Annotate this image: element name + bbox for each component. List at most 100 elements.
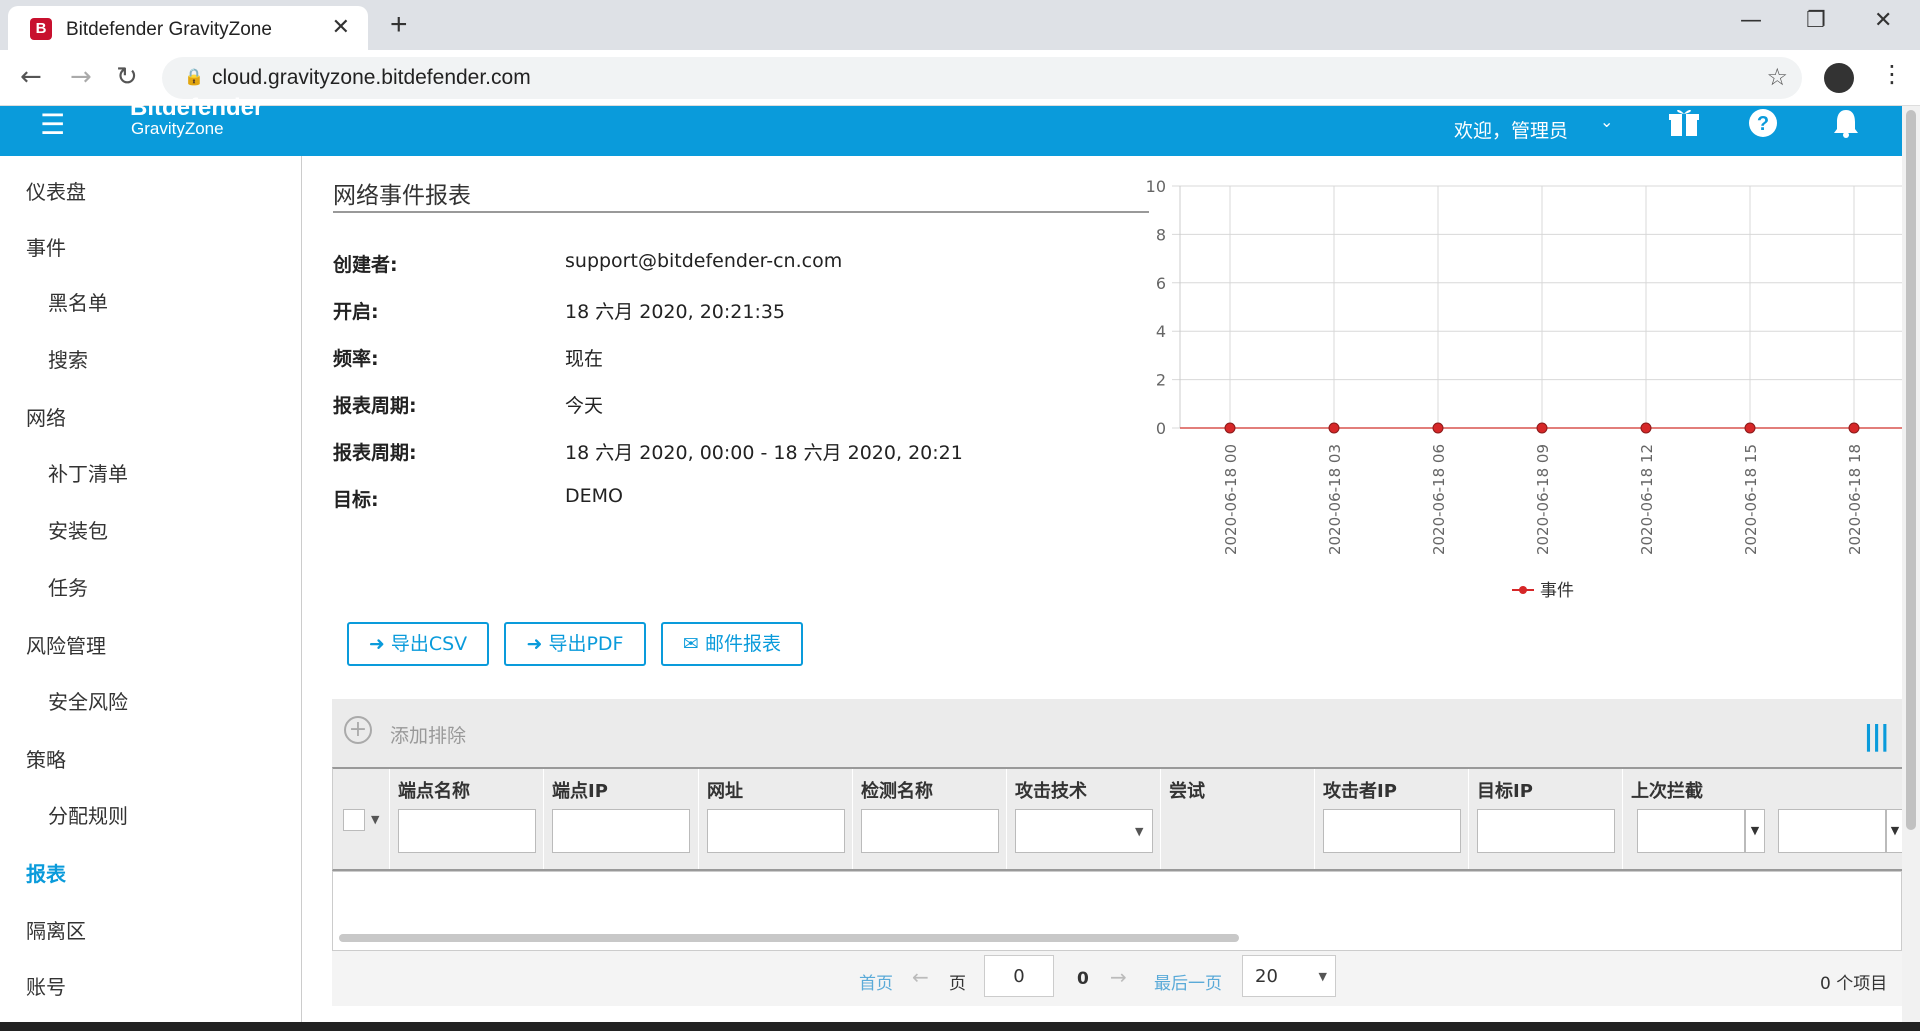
export-csv-button[interactable]: ➜ 导出CSV [347, 622, 489, 666]
y-tick-label: 8 [1156, 225, 1166, 244]
column-attacker-ip: 攻击者IP [1314, 769, 1468, 869]
email-report-label: 邮件报表 [704, 633, 781, 655]
add-exclusion-label[interactable]: 添加排除 [390, 721, 466, 748]
back-arrow-icon[interactable]: ← [20, 62, 42, 92]
user-welcome[interactable]: 欢迎，管理员 [1454, 116, 1568, 143]
forward-arrow-icon[interactable]: → [70, 62, 92, 92]
browser-toolbar: ← → ↻ 🔒 cloud.gravityzone.bitdefender.co… [0, 50, 1920, 106]
total-pages: 0 [1077, 969, 1089, 989]
url-text: cloud.gravityzone.bitdefender.com [212, 66, 531, 89]
y-tick-label: 0 [1156, 419, 1166, 438]
sidebar-item-patch-inventory[interactable]: 补丁清单 [48, 458, 128, 487]
x-tick-label: 2020-06-18 06 [1430, 444, 1448, 555]
column-header[interactable]: 目标IP [1477, 777, 1533, 803]
notifications-bell-icon[interactable] [1832, 108, 1860, 146]
url-filter[interactable] [707, 809, 845, 853]
column-last-blocked: 上次拦截 ▼ ▼ [1622, 769, 1904, 869]
sidebar-item-blacklist[interactable]: 黑名单 [48, 287, 108, 316]
column-header[interactable]: 端点IP [552, 777, 608, 803]
sidebar-item-risk-management[interactable]: 风险管理 [26, 630, 106, 659]
sidebar-item-search[interactable]: 搜索 [48, 344, 88, 373]
sidebar-item-security-risks[interactable]: 安全风险 [48, 686, 128, 715]
y-tick-label: 10 [1146, 177, 1166, 196]
data-point [1328, 422, 1340, 434]
add-exclusion-icon[interactable]: + [344, 716, 372, 744]
restore-icon[interactable]: ❐ [1806, 8, 1826, 33]
x-tick-label: 2020-06-18 18 [1846, 444, 1864, 555]
target-ip-filter[interactable] [1477, 809, 1615, 853]
column-target-ip: 目标IP [1468, 769, 1622, 869]
chevron-down-icon[interactable]: ▼ [1745, 809, 1765, 853]
scrollbar-thumb[interactable] [1906, 110, 1916, 830]
app-header: ☰ Bitdefender GravityZone 欢迎，管理员 ⌄ ? [0, 94, 1902, 156]
chevron-down-icon[interactable]: ▼ [371, 813, 379, 826]
sidebar-item-assignment-rules[interactable]: 分配规则 [48, 800, 128, 829]
column-header[interactable]: 检测名称 [861, 777, 933, 803]
attack-technique-select[interactable] [1015, 809, 1153, 853]
sidebar-item-dashboard[interactable]: 仪表盘 [26, 176, 86, 205]
export-pdf-button[interactable]: ➜ 导出PDF [504, 622, 646, 666]
data-point [1640, 422, 1652, 434]
y-tick-label: 4 [1156, 322, 1166, 341]
columns-icon[interactable]: ||| [1863, 719, 1890, 752]
new-tab-plus-icon[interactable]: + [390, 8, 408, 42]
last-blocked-to-date[interactable] [1778, 809, 1886, 853]
select-all-column: ▼ [333, 769, 389, 869]
sidebar-item-packages[interactable]: 安装包 [48, 515, 108, 544]
first-page-link[interactable]: 首页 [859, 969, 893, 994]
chevron-down-icon[interactable]: ▼ [1135, 825, 1143, 838]
browser-tab[interactable]: B Bitdefender GravityZone ✕ [8, 6, 368, 50]
profile-avatar-icon[interactable] [1824, 63, 1854, 93]
field-value-period-range: 18 六月 2020, 00:00 - 18 六月 2020, 20:21 [565, 442, 963, 464]
sidebar-item-policies[interactable]: 策略 [26, 744, 66, 773]
collapse-menu-icon[interactable]: ☰ [40, 108, 65, 141]
horizontal-scrollbar[interactable] [339, 934, 1239, 942]
logo-product: GravityZone [131, 119, 224, 138]
sidebar-item-incidents[interactable]: 事件 [26, 232, 66, 261]
sidebar-item-accounts[interactable]: 账号 [26, 971, 66, 1000]
sidebar-item-tasks[interactable]: 任务 [48, 572, 88, 601]
prev-arrow-icon[interactable]: ← [912, 965, 929, 989]
bookmark-star-icon[interactable]: ☆ [1766, 63, 1788, 91]
logo-brand: Bitdefender [130, 94, 264, 121]
page-vertical-scrollbar[interactable] [1902, 106, 1920, 1022]
page-size-select[interactable]: 20 ▼ [1242, 955, 1336, 997]
column-header[interactable]: 上次拦截 [1631, 777, 1703, 803]
column-header[interactable]: 尝试 [1169, 777, 1205, 803]
email-report-button[interactable]: ✉ 邮件报表 [661, 622, 803, 666]
page-number-input[interactable] [984, 955, 1054, 997]
field-label-frequency: 频率: [333, 348, 379, 370]
next-arrow-icon[interactable]: → [1110, 965, 1127, 989]
tab-close-icon[interactable]: ✕ [332, 15, 350, 40]
last-blocked-from-date[interactable] [1637, 809, 1745, 853]
attacker-ip-filter[interactable] [1323, 809, 1461, 853]
select-all-checkbox[interactable] [343, 809, 365, 831]
sidebar-item-network[interactable]: 网络 [26, 402, 66, 431]
export-pdf-label: 导出PDF [548, 633, 624, 655]
column-header[interactable]: 攻击技术 [1015, 777, 1087, 803]
endpoint-name-filter[interactable] [398, 809, 536, 853]
column-header[interactable]: 网址 [707, 777, 743, 803]
x-tick-label: 2020-06-18 03 [1326, 444, 1344, 555]
reload-icon[interactable]: ↻ [116, 62, 138, 92]
gift-icon[interactable] [1668, 108, 1700, 146]
chevron-down-icon[interactable]: ⌄ [1600, 112, 1613, 131]
minimize-icon[interactable]: — [1740, 8, 1762, 33]
last-page-link[interactable]: 最后一页 [1154, 969, 1222, 994]
pagination: 首页 ← 页 0 → 最后一页 20 ▼ 0 个项目 [332, 951, 1902, 1006]
help-icon[interactable]: ? [1748, 108, 1778, 146]
events-chart-svg: 0 2 4 6 8 10 2020-06-18 00 2020-06-18 03 2020-06… [1146, 177, 1902, 601]
column-header[interactable]: 端点名称 [398, 777, 470, 803]
column-header[interactable]: 攻击者IP [1323, 777, 1397, 803]
data-point [1848, 422, 1860, 434]
sidebar-item-quarantine[interactable]: 隔离区 [26, 915, 86, 944]
detection-name-filter[interactable] [861, 809, 999, 853]
column-url: 网址 [698, 769, 852, 869]
data-point [1432, 422, 1444, 434]
sidebar-item-reports[interactable]: 报表 [26, 858, 66, 887]
address-bar[interactable]: 🔒 cloud.gravityzone.bitdefender.com ☆ [162, 57, 1802, 99]
window-close-icon[interactable]: ✕ [1874, 8, 1892, 33]
endpoint-ip-filter[interactable] [552, 809, 690, 853]
browser-menu-icon[interactable]: ⋮ [1880, 60, 1904, 88]
field-label-period: 报表周期: [333, 395, 417, 417]
